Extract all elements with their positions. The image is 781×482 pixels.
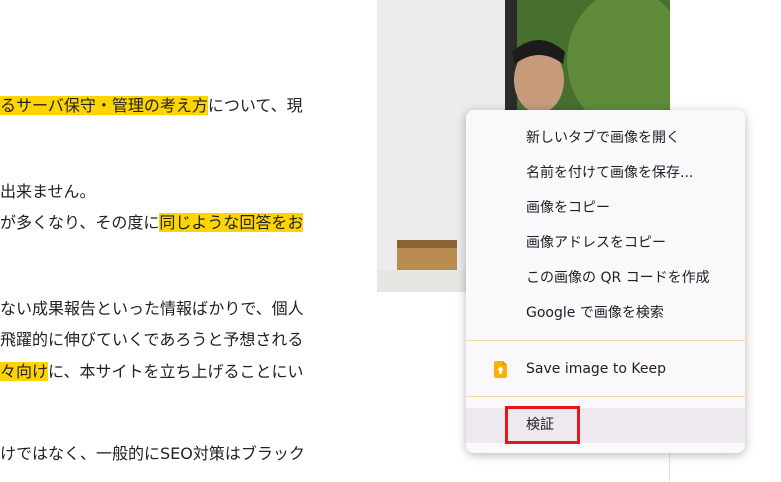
menu-item-copy-image[interactable]: 画像をコピー — [466, 191, 745, 226]
menu-item-label: Save image to Keep — [526, 361, 666, 377]
menu-separator — [466, 396, 745, 397]
article-line-1: るサーバ保守・管理の考え方について、現 — [0, 94, 303, 118]
page: るサーバ保守・管理の考え方について、現 出来ません。 が多くなり、その度に同じよ… — [0, 0, 781, 482]
menu-item-inspect[interactable]: 検証 — [466, 408, 745, 443]
menu-item-create-qr-code[interactable]: この画像の QR コードを作成 — [466, 261, 745, 296]
article-line-4: ない成果報告といった情報ばかりで、個人 — [0, 299, 304, 318]
menu-item-save-image-as[interactable]: 名前を付けて画像を保存... — [466, 156, 745, 191]
article-text: について、現 — [207, 96, 303, 115]
menu-item-open-image-new-tab[interactable]: 新しいタブで画像を開く — [466, 121, 745, 156]
article-text: が多くなり、その度に — [0, 213, 160, 232]
article-line-2: 出来ません。 — [0, 182, 96, 201]
article-text: に、本サイトを立ち上げることにい — [48, 362, 304, 381]
menu-item-search-google[interactable]: Google で画像を検索 — [466, 296, 745, 331]
article-line-5: 飛躍的に伸びていくであろうと予想される — [0, 330, 304, 349]
context-menu: 新しいタブで画像を開く 名前を付けて画像を保存... 画像をコピー 画像アドレス… — [466, 110, 745, 453]
article-line-7: けではなく、一般的にSEO対策はブラック — [0, 444, 305, 463]
highlighted-text: るサーバ保守・管理の考え方 — [0, 96, 208, 115]
google-keep-icon — [494, 361, 507, 378]
menu-item-save-to-keep[interactable]: Save image to Keep — [466, 352, 745, 387]
article-line-3: が多くなり、その度に同じような回答をお — [0, 211, 304, 235]
highlighted-text: 同じような回答をお — [159, 213, 304, 232]
highlighted-text: 々向け — [0, 362, 49, 381]
article-line-6: 々向けに、本サイトを立ち上げることにい — [0, 360, 304, 384]
menu-separator — [466, 340, 745, 341]
menu-item-copy-image-address[interactable]: 画像アドレスをコピー — [466, 226, 745, 261]
